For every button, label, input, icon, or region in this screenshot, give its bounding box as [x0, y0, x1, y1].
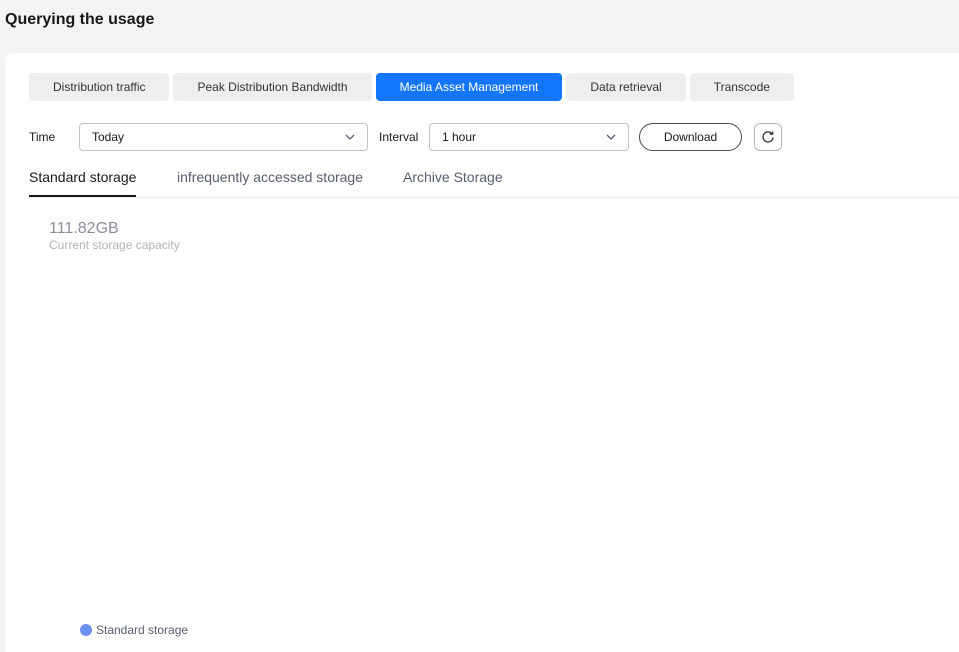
- refresh-button[interactable]: [754, 123, 782, 151]
- tab-data-retrieval[interactable]: Data retrieval: [566, 73, 686, 101]
- chevron-down-icon: [345, 134, 355, 140]
- interval-select[interactable]: 1 hour: [429, 123, 629, 151]
- interval-select-value: 1 hour: [442, 130, 477, 144]
- legend-label: Standard storage: [96, 623, 189, 637]
- time-select[interactable]: Today: [79, 123, 368, 151]
- time-label: Time: [29, 130, 56, 144]
- subtab-infrequent-storage[interactable]: infrequently accessed storage: [177, 169, 363, 185]
- subtab-archive-storage[interactable]: Archive Storage: [403, 169, 503, 185]
- subtab-infrequent-storage-label: infrequently accessed storage: [177, 169, 363, 185]
- interval-label: Interval: [379, 130, 419, 144]
- tab-transcode[interactable]: Transcode: [689, 73, 794, 101]
- tab-peak-distribution-bandwidth[interactable]: Peak Distribution Bandwidth: [173, 73, 372, 101]
- active-tab-underline: [29, 195, 137, 197]
- filter-bar: Time Today Interval 1 hour Download: [29, 123, 929, 151]
- subtab-standard-storage[interactable]: Standard storage: [29, 169, 137, 197]
- chevron-down-icon: [606, 134, 616, 140]
- tab-media-asset-management[interactable]: Media Asset Management: [375, 73, 563, 101]
- category-tabs: Distribution traffic Peak Distribution B…: [29, 73, 794, 101]
- usage-card: Distribution traffic Peak Distribution B…: [5, 53, 959, 652]
- subtab-standard-storage-label: Standard storage: [29, 169, 137, 185]
- storage-type-tabs: Standard storage infrequently accessed s…: [29, 169, 959, 198]
- subtab-archive-storage-label: Archive Storage: [403, 169, 503, 185]
- storage-capacity-caption: Current storage capacity: [49, 238, 180, 252]
- chart-legend[interactable]: Standard storage: [80, 622, 188, 638]
- legend-swatch: [80, 624, 92, 636]
- download-button[interactable]: Download: [639, 123, 742, 151]
- storage-capacity-value: 111.82GB: [49, 220, 119, 237]
- tab-distribution-traffic[interactable]: Distribution traffic: [29, 73, 170, 101]
- refresh-icon: [762, 131, 774, 143]
- time-select-value: Today: [92, 130, 125, 144]
